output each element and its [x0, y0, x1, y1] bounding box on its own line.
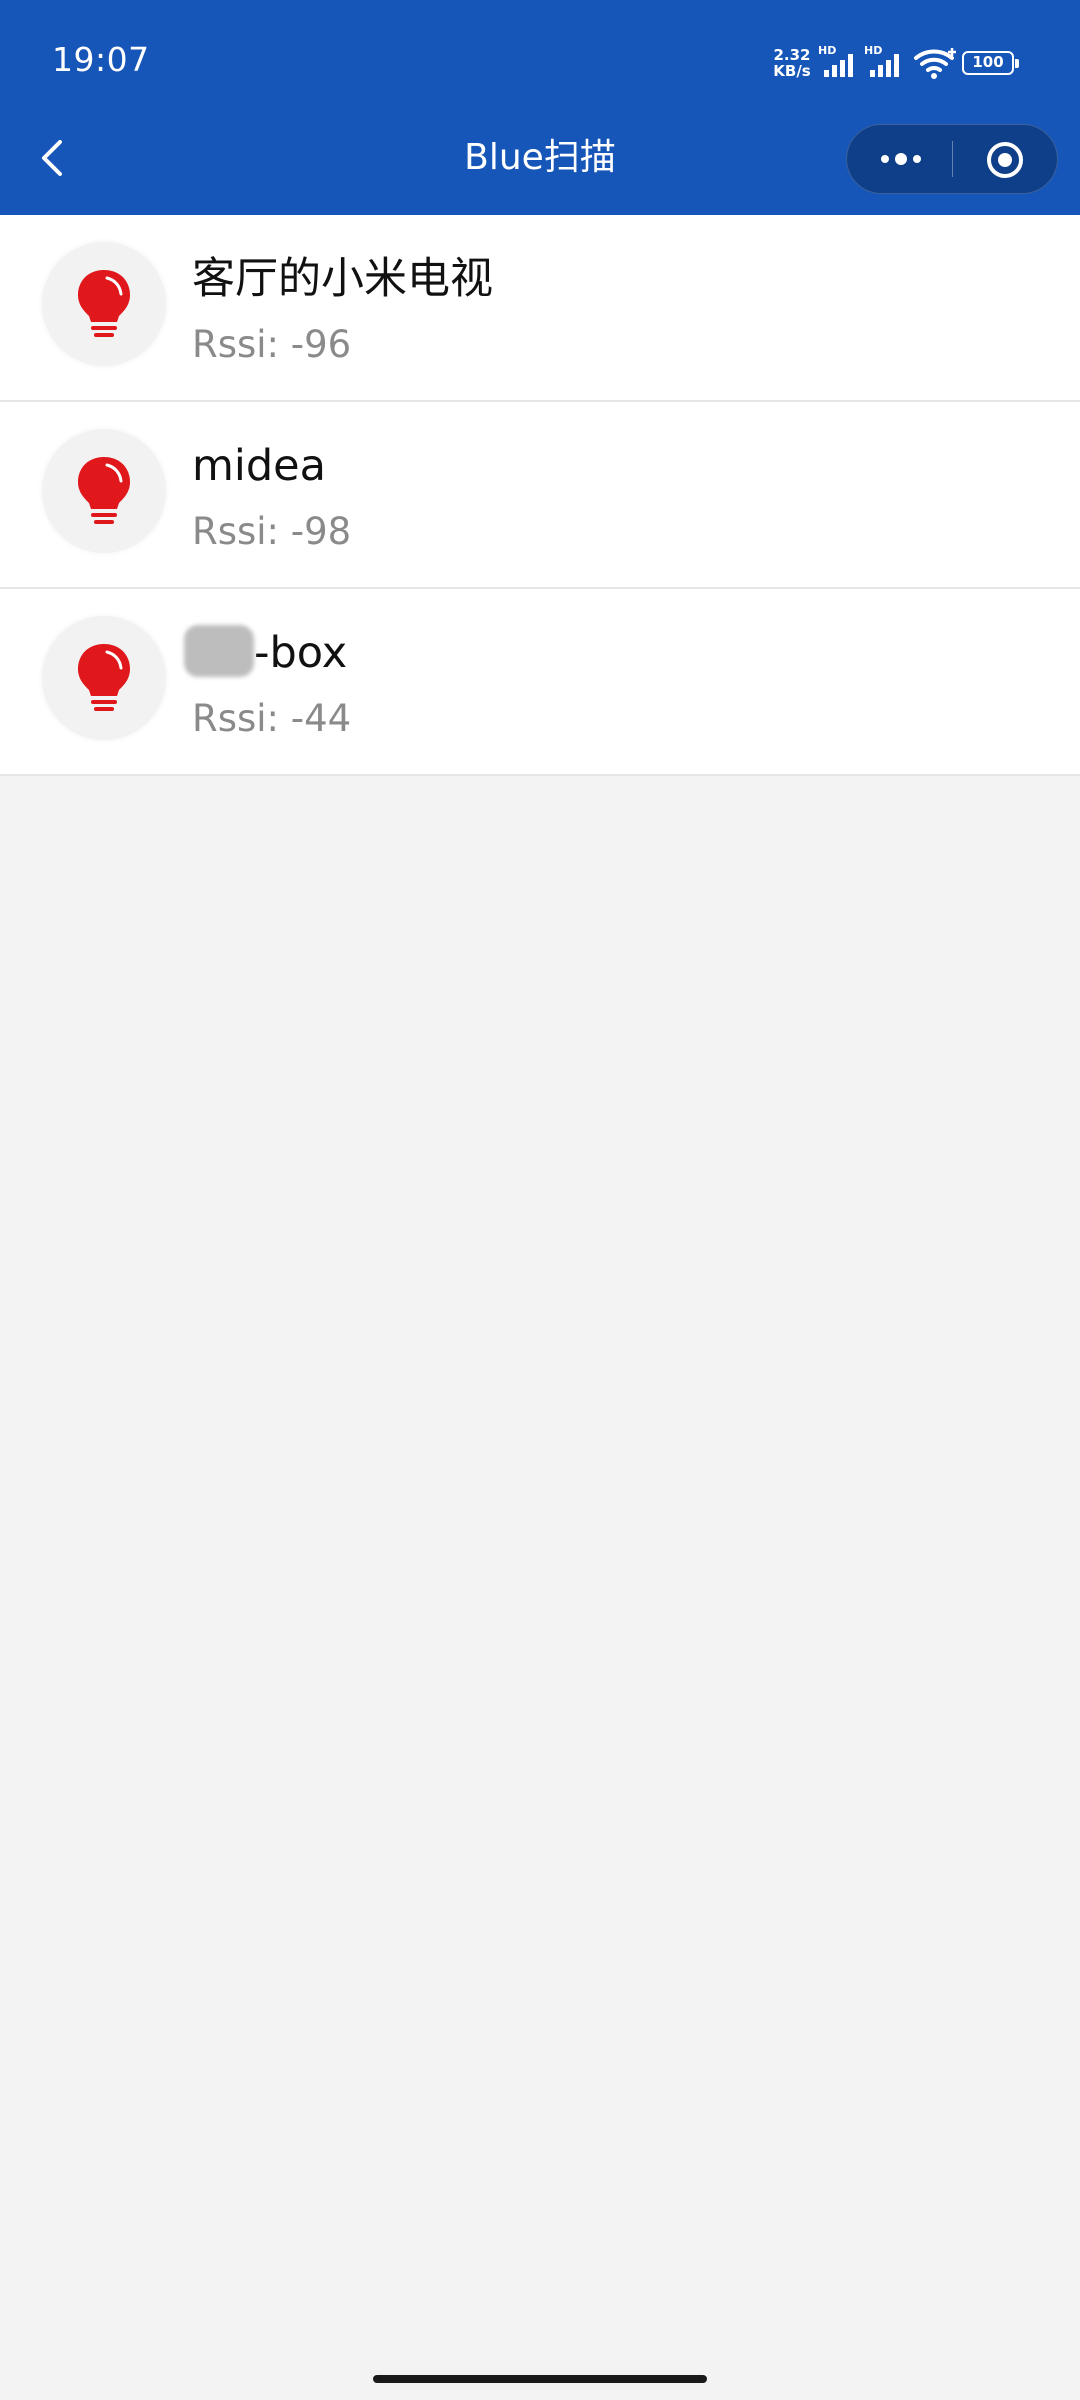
device-rssi: Rssi: -98 — [192, 510, 352, 553]
device-list-item[interactable]: -box Rssi: -44 — [0, 589, 1080, 776]
network-speed: 2.32 KB/s — [772, 47, 812, 79]
device-list: 客厅的小米电视 Rssi: -96 midea Rssi: -98 -box R… — [0, 215, 1080, 776]
more-dots-icon — [881, 153, 921, 165]
battery-icon: 100 — [962, 51, 1019, 75]
header: 19:07 2.32 KB/s HD HD 100 Blue扫描 — [0, 0, 1080, 215]
status-bar: 19:07 2.32 KB/s HD HD 100 — [0, 0, 1080, 125]
mini-program-capsule — [846, 124, 1058, 194]
network-speed-unit: KB/s — [773, 62, 811, 80]
lightbulb-icon — [42, 616, 166, 740]
device-name: midea — [192, 441, 326, 491]
device-name: -box — [254, 628, 348, 678]
device-name: 客厅的小米电视 — [192, 254, 493, 304]
device-rssi: Rssi: -96 — [192, 323, 352, 366]
device-list-item[interactable]: midea Rssi: -98 — [0, 402, 1080, 589]
status-time: 19:07 — [52, 40, 150, 79]
network-speed-value: 2.32 — [773, 46, 811, 64]
redacted-blur — [184, 625, 254, 677]
close-miniprogram-button[interactable] — [953, 125, 1058, 193]
target-circle-icon — [987, 142, 1023, 178]
lightbulb-icon — [42, 242, 166, 366]
more-button[interactable] — [847, 125, 952, 193]
wifi-icon — [914, 48, 956, 79]
lightbulb-icon — [42, 429, 166, 553]
device-rssi: Rssi: -44 — [192, 697, 352, 740]
home-indicator[interactable] — [373, 2375, 707, 2383]
device-name-redacted: -box — [184, 625, 347, 681]
device-list-item[interactable]: 客厅的小米电视 Rssi: -96 — [0, 215, 1080, 402]
cellular-signal-2-icon: HD — [864, 44, 908, 77]
cellular-signal-1-icon: HD — [818, 44, 862, 77]
